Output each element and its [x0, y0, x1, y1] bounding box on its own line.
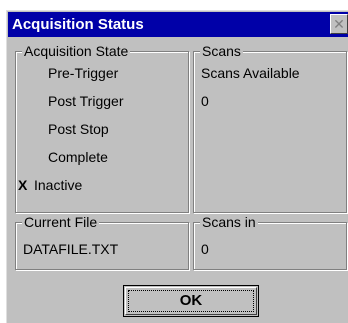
- state-post-trigger: Post Trigger: [18, 92, 123, 110]
- scans-group: Scans Scans Available 0: [193, 43, 347, 213]
- state-label: Inactive: [34, 177, 83, 193]
- state-label: Pre-Trigger: [48, 65, 119, 81]
- state-inactive: X Inactive: [18, 176, 82, 194]
- current-file-legend: Current File: [22, 214, 100, 230]
- scans-available-label: Scans Available: [201, 65, 300, 81]
- close-button[interactable]: ✕: [330, 14, 348, 34]
- scans-in-group: Scans in 0: [193, 214, 347, 270]
- acquisition-state-group: Acquisition State Pre-Trigger Post Trigg…: [15, 43, 189, 213]
- scans-legend: Scans: [200, 43, 243, 59]
- title-bar[interactable]: Acquisition Status ✕: [8, 12, 348, 37]
- state-post-stop: Post Stop: [18, 120, 109, 138]
- state-label: Post Trigger: [48, 93, 124, 109]
- state-label: Post Stop: [48, 121, 109, 137]
- scans-available-value: 0: [201, 93, 209, 109]
- state-pre-trigger: Pre-Trigger: [18, 64, 118, 82]
- current-file-value: DATAFILE.TXT: [23, 241, 119, 257]
- current-file-group: Current File DATAFILE.TXT: [15, 214, 189, 270]
- scans-in-legend: Scans in: [200, 214, 258, 230]
- window-title: Acquisition Status: [12, 16, 144, 33]
- x-check-icon: X: [18, 177, 28, 193]
- acquisition-state-legend: Acquisition State: [22, 43, 131, 59]
- acquisition-status-dialog: Acquisition Status ✕ Acquisition State P…: [6, 10, 348, 323]
- ok-button-label: OK: [179, 292, 203, 309]
- state-complete: Complete: [18, 148, 108, 166]
- ok-button[interactable]: OK: [123, 285, 259, 317]
- scans-in-value: 0: [201, 241, 209, 257]
- close-icon: ✕: [333, 16, 345, 32]
- state-label: Complete: [48, 149, 108, 165]
